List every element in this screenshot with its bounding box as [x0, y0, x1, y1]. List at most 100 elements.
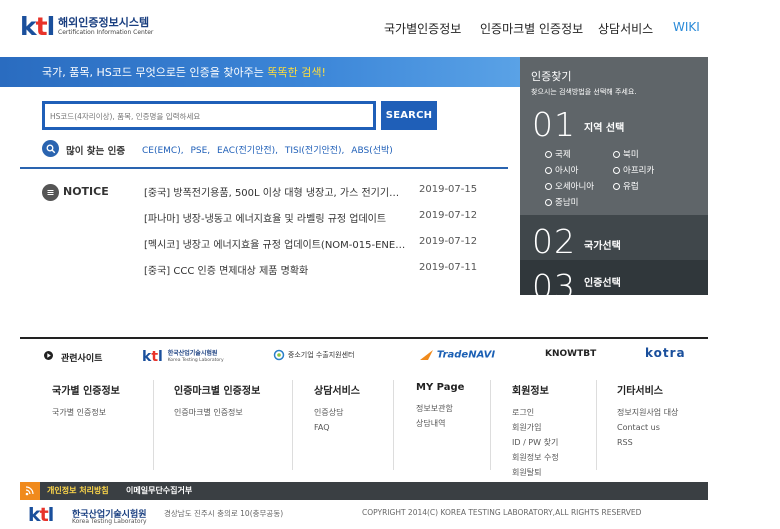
region-radio-africa[interactable]: 아프리카 — [613, 164, 654, 176]
footer-link[interactable]: 정보보관함 — [416, 401, 464, 416]
popular-link-abs[interactable]: ABS(선박) — [351, 146, 392, 156]
partner-sme-label: 중소기업 수출지원센터 — [287, 351, 355, 359]
region-label: 북미 — [623, 150, 639, 160]
step2-number: 02 — [532, 222, 576, 261]
footer-link[interactable]: 정보지원사업 대상 — [617, 405, 678, 420]
popular-link-eac[interactable]: EAC(전기안전), — [217, 146, 278, 156]
region-label: 국제 — [555, 150, 571, 160]
region-radio-namerica[interactable]: 북미 — [613, 148, 639, 160]
site-footer-info: ktl 한국산업기술시험원 Korea Testing Laboratory 경… — [20, 504, 720, 526]
region-radio-europe[interactable]: 유럽 — [613, 180, 639, 192]
footer-link[interactable]: RSS — [617, 435, 678, 450]
footer-link[interactable]: 상담내역 — [416, 416, 464, 431]
notice-date: 2019-07-12 — [419, 210, 478, 221]
footer-org-sub: Korea Testing Laboratory — [72, 518, 147, 525]
notice-item[interactable]: [중국] 방폭전기용품, 500L 이상 대형 냉장고, 가스 전기기기 … 2… — [144, 184, 477, 199]
section-divider — [20, 167, 508, 169]
partner-tradenavi-label: TradeNAVI — [436, 349, 496, 361]
footer-col-consult: 상담서비스 인증상담 FAQ — [314, 382, 360, 435]
footer-link[interactable]: 인증상담 — [314, 405, 360, 420]
footer-link[interactable]: 인증마크별 인증정보 — [174, 405, 260, 420]
nav-mark-info[interactable]: 인증마크별 인증정보 — [480, 20, 583, 37]
partner-tradenavi[interactable]: TradeNAVI — [420, 349, 495, 361]
step3-number: 03 — [532, 267, 576, 295]
hero-banner: 국가, 품목, HS코드 무엇으로든 인증을 찾아주는 똑똑한 검색! — [0, 57, 520, 87]
related-sites-bar: 관련사이트 ktl 한국산업기술시험원 Korea Testing Labora… — [20, 337, 708, 373]
cert-finder-panel: 인증찾기 찾으시는 검색방법을 선택해 주세요. 01 지역 선택 국제 북미 … — [520, 57, 708, 295]
ktl-small-logo: ktl — [142, 349, 163, 365]
region-select-section: 인증찾기 찾으시는 검색방법을 선택해 주세요. 01 지역 선택 국제 북미 … — [520, 57, 708, 215]
footer-col-divider — [153, 380, 154, 470]
privacy-policy-link[interactable]: 개인정보 처리방침 — [47, 485, 109, 496]
footer-link[interactable]: ID / PW 찾기 — [512, 435, 559, 450]
footer-link[interactable]: 로그인 — [512, 405, 559, 420]
footer-link[interactable]: 회원정보 수정 — [512, 450, 559, 465]
notice-title[interactable]: [중국] CCC 인증 면제대상 제품 명확화 — [144, 262, 406, 277]
footer-link[interactable]: FAQ — [314, 420, 360, 435]
footer-link[interactable]: Contact us — [617, 420, 678, 435]
step1-number: 01 — [532, 105, 576, 144]
notice-item[interactable]: [중국] CCC 인증 면제대상 제품 명확화 2019-07-11 — [144, 262, 477, 277]
notice-title[interactable]: [중국] 방폭전기용품, 500L 이상 대형 냉장고, 가스 전기기기 … — [144, 184, 406, 199]
partner-ktl[interactable]: ktl 한국산업기술시험원 Korea Testing Laboratory — [142, 349, 224, 365]
footer-address: 경상남도 진주시 충의로 10(충무공동) — [164, 509, 284, 518]
footer-col-title: 기타서비스 — [617, 386, 663, 397]
notice-title[interactable]: [파나마] 냉장-냉동고 에너지효율 및 라벨링 규정 업데이트 — [144, 210, 406, 225]
search-box — [42, 101, 376, 130]
nav-country-info[interactable]: 국가별인증정보 — [384, 20, 461, 37]
footer-link[interactable]: 회원탈퇴 — [512, 465, 559, 480]
partner-sme-export[interactable]: 중소기업 수출지원센터 — [273, 349, 355, 361]
radio-circle — [613, 167, 620, 174]
region-radio-intl[interactable]: 국제 — [545, 148, 571, 160]
radio-circle — [613, 183, 620, 190]
partner-kotra-label: kotra — [645, 346, 686, 360]
nav-wiki[interactable]: WIKI — [673, 20, 700, 34]
nav-consult[interactable]: 상담서비스 — [598, 20, 653, 37]
popular-cert-label: 많이 찾는 인증 — [66, 146, 126, 157]
notice-date: 2019-07-15 — [419, 184, 478, 195]
step3-label: 인증선택 — [584, 278, 621, 289]
search-button[interactable]: SEARCH — [381, 101, 437, 130]
hero-text-highlight: 똑똑한 검색! — [267, 66, 326, 79]
footer-col-country: 국가별 인증정보 국가별 인증정보 — [52, 382, 120, 420]
partner-kotra[interactable]: kotra — [645, 346, 686, 360]
footer-copyright: COPYRIGHT 2014(C) KOREA TESTING LABORATO… — [362, 508, 642, 517]
site-subtitle: Certification Information Center — [58, 29, 154, 36]
region-label: 유럽 — [623, 182, 639, 192]
tradenavi-logo-icon — [420, 350, 433, 360]
region-radio-oceania[interactable]: 오세아니아 — [545, 180, 594, 192]
partner-ktl-name: 한국산업기술시험원 — [167, 350, 218, 357]
region-radio-latam[interactable]: 중남미 — [545, 196, 578, 208]
policy-bar: 개인정보 처리방침 이메일무단수집거부 — [20, 482, 708, 500]
popular-link-ce[interactable]: CE(EMC), — [142, 146, 184, 156]
email-refusal-link[interactable]: 이메일무단수집거부 — [126, 485, 192, 496]
radio-circle — [545, 199, 552, 206]
notice-title[interactable]: [멕시코] 냉장고 에너지효율 규정 업데이트(NOM-015-ENE… — [144, 236, 406, 251]
footer-col-divider — [490, 380, 491, 470]
partner-knowtbt[interactable]: KNOWTBT — [545, 349, 596, 359]
region-label: 중남미 — [555, 198, 579, 208]
popular-link-pse[interactable]: PSE, — [190, 146, 210, 156]
footer-col-title: 상담서비스 — [314, 386, 360, 397]
search-input[interactable] — [45, 105, 373, 128]
footer-col-title: 인증마크별 인증정보 — [174, 386, 261, 397]
rss-icon[interactable] — [20, 482, 40, 500]
country-select-section[interactable]: 02 국가선택 — [520, 215, 708, 261]
radio-circle — [545, 167, 552, 174]
notice-item[interactable]: [파나마] 냉장-냉동고 에너지효율 및 라벨링 규정 업데이트 2019-07… — [144, 210, 477, 225]
site-logo[interactable]: ktl — [20, 12, 55, 41]
radio-circle — [613, 151, 620, 158]
play-icon — [44, 351, 53, 360]
region-radio-asia[interactable]: 아시아 — [545, 164, 578, 176]
cert-select-section[interactable]: 03 인증선택 — [520, 260, 708, 295]
footer-link[interactable]: 국가별 인증정보 — [52, 405, 120, 420]
cert-finder-title: 인증찾기 — [531, 70, 572, 83]
footer-col-mypage: MY Page 정보보관함 상담내역 — [416, 382, 464, 431]
footer-col-divider — [393, 380, 394, 470]
popular-link-tisi[interactable]: TISI(전기안전), — [285, 146, 345, 156]
footer-link[interactable]: 회원가입 — [512, 420, 559, 435]
notice-item[interactable]: [멕시코] 냉장고 에너지효율 규정 업데이트(NOM-015-ENE… 201… — [144, 236, 477, 251]
footer-ktl-logo: ktl — [28, 504, 54, 526]
region-label: 아시아 — [555, 166, 579, 176]
footer-col-title: 회원정보 — [512, 386, 549, 397]
